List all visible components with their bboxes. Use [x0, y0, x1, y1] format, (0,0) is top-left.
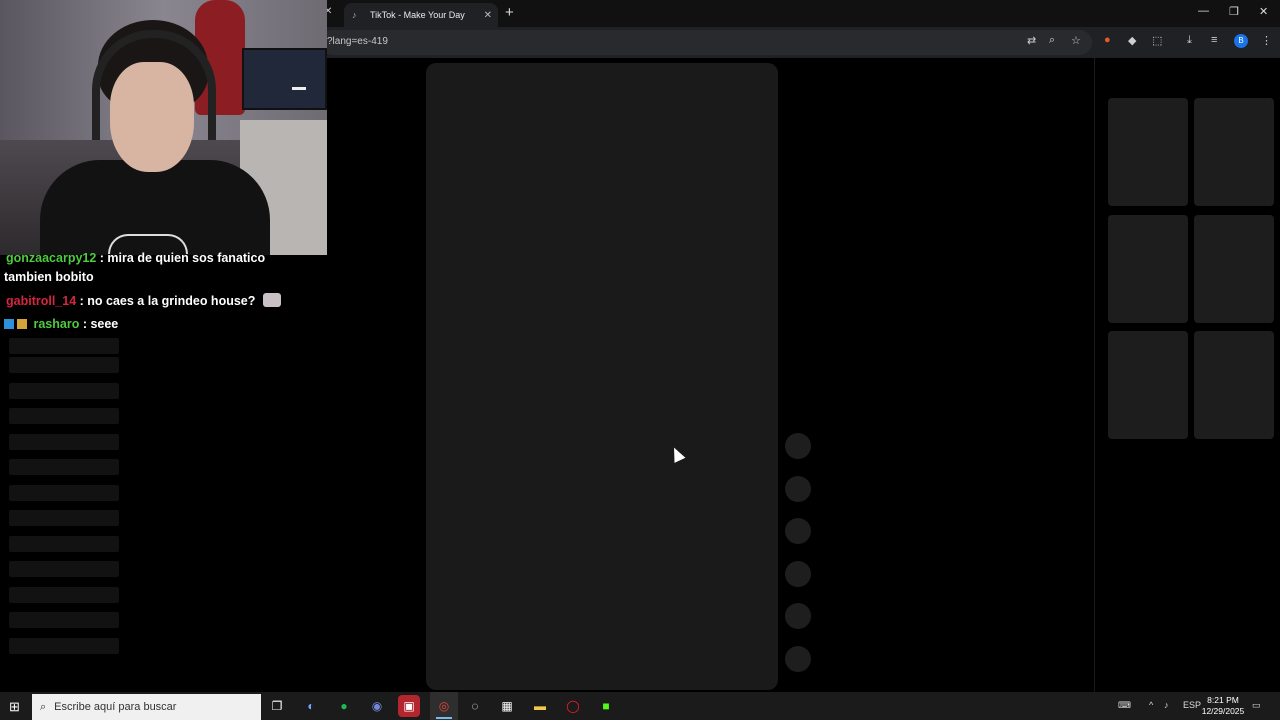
obs-icon[interactable]: ◌	[464, 695, 486, 717]
notifications-icon[interactable]: ▭	[1252, 700, 1261, 711]
chat-placeholder-row	[9, 338, 119, 354]
new-tab-button[interactable]: +	[505, 4, 514, 21]
discord-icon[interactable]: ◉	[366, 695, 388, 717]
video-placeholder[interactable]	[426, 63, 778, 690]
chat-placeholder-row	[9, 408, 119, 424]
keyboard-icon[interactable]: ⌨	[1118, 700, 1131, 711]
clock-time: 8:21 PM	[1207, 695, 1239, 705]
suggested-thumbnail[interactable]	[1108, 331, 1188, 439]
chat-username: gabitroll_14	[6, 294, 77, 308]
tray-expand-icon[interactable]: ^	[1149, 700, 1153, 710]
webcam-monitor	[242, 48, 327, 110]
chat-placeholder-row	[9, 561, 119, 577]
profile-avatar[interactable]: B	[1234, 34, 1248, 48]
copilot-icon[interactable]: ◐	[300, 695, 322, 717]
translate-icon[interactable]: ⇄	[1027, 34, 1036, 47]
taskbar-clock[interactable]: 8:21 PM 12/29/2025	[1198, 695, 1248, 717]
chat-placeholder-row	[9, 612, 119, 628]
suggested-thumbnail[interactable]	[1108, 215, 1188, 323]
chat-placeholder-row	[9, 485, 119, 501]
chrome-icon[interactable]: ◎	[433, 695, 455, 717]
search-placeholder: Escribe aquí para buscar	[54, 701, 177, 713]
suggested-thumbnail[interactable]	[1194, 215, 1274, 323]
tiktok-favicon-icon: ♪	[352, 10, 357, 20]
minimize-button[interactable]: —	[1198, 5, 1209, 17]
emote-icon	[262, 293, 281, 307]
tab-title: TikTok - Make Your Day	[370, 10, 465, 20]
chat-placeholder-row	[9, 510, 119, 526]
kick-icon[interactable]: ■	[595, 695, 617, 717]
download-icon[interactable]: ⤓	[1187, 34, 1192, 47]
webcam-overlay	[0, 0, 327, 255]
spotify-icon[interactable]: ●	[333, 695, 355, 717]
chat-placeholder-row	[9, 459, 119, 475]
taskbar-search-box[interactable]: ⌕ Escribe aquí para buscar	[32, 694, 261, 720]
chat-placeholder-row	[9, 357, 119, 373]
chat-placeholder-row	[9, 383, 119, 399]
chat-message: rasharo : seee	[4, 317, 118, 331]
suggested-thumbnail[interactable]	[1194, 331, 1274, 439]
headphones-icon	[92, 30, 216, 140]
action-placeholder-comment[interactable]	[785, 518, 811, 544]
file-explorer-icon[interactable]: ▬	[529, 695, 551, 717]
search-icon: ⌕	[40, 700, 47, 713]
windows-start-icon[interactable]: ⊞	[9, 699, 20, 715]
chat-placeholder-row	[9, 434, 119, 450]
chat-placeholder-row	[9, 587, 119, 603]
active-indicator	[436, 717, 452, 719]
chat-message: gabitroll_14 : no caes a la grindeo hous…	[4, 293, 281, 308]
extension-icon[interactable]: ●	[1104, 34, 1111, 46]
chat-text: : no caes a la grindeo house?	[76, 294, 256, 308]
webcam-monitor-light	[292, 87, 306, 90]
action-placeholder-music[interactable]	[785, 646, 811, 672]
action-placeholder-avatar[interactable]	[785, 433, 811, 459]
address-bar[interactable]: ?lang=es-419	[320, 30, 1092, 55]
capcut-icon[interactable]: ▦	[496, 695, 518, 717]
tab-tiktok[interactable]: ♪ TikTok - Make Your Day ✕	[344, 3, 498, 27]
menu-kebab-icon[interactable]: ⋮	[1261, 34, 1272, 47]
zoom-icon[interactable]: ⌕	[1049, 34, 1055, 47]
extensions-puzzle-icon[interactable]: ⬚	[1152, 34, 1162, 47]
clock-date: 12/29/2025	[1201, 706, 1245, 716]
sidebar-divider	[1094, 58, 1095, 692]
opera-icon[interactable]: ◯	[562, 695, 584, 717]
screen: ✕ ♪ TikTok - Make Your Day ✕ + — ❐ ✕ ?la…	[0, 0, 1280, 720]
action-placeholder-save[interactable]	[785, 561, 811, 587]
windows-taskbar: ⊞ ⌕ Escribe aquí para buscar ❐ ◐ ● ◉ ▣	[0, 692, 1280, 720]
chat-placeholder-row	[9, 536, 119, 552]
chat-username: gonzaacarpy12	[6, 251, 97, 265]
badge-icon	[4, 319, 14, 329]
badge-icon	[17, 319, 27, 329]
extension-2-icon[interactable]: ◆	[1128, 34, 1136, 47]
chat-text: : seee	[79, 317, 119, 331]
restore-button[interactable]: ❐	[1229, 5, 1239, 18]
voicemod-icon[interactable]: ▣	[398, 695, 420, 717]
volume-icon[interactable]: ♪	[1164, 700, 1169, 710]
action-placeholder-share[interactable]	[785, 603, 811, 629]
chat-message-continuation: tambien bobito	[4, 270, 94, 284]
chat-message: gonzaacarpy12 : mira de quien sos fanati…	[4, 251, 265, 265]
action-placeholder-like[interactable]	[785, 476, 811, 502]
url-text[interactable]: ?lang=es-419	[327, 36, 388, 47]
chat-placeholder-row	[9, 638, 119, 654]
task-view-icon[interactable]: ❐	[266, 695, 288, 717]
window-close-button[interactable]: ✕	[1259, 5, 1268, 18]
media-control-icon[interactable]: ≡	[1211, 34, 1217, 46]
bookmark-star-icon[interactable]: ☆	[1071, 34, 1081, 47]
tab-close-icon[interactable]: ✕	[484, 10, 492, 21]
suggested-thumbnail[interactable]	[1108, 98, 1188, 206]
chat-username: rasharo	[33, 317, 80, 331]
suggested-thumbnail[interactable]	[1194, 98, 1274, 206]
chat-text: : mira de quien sos fanatico	[96, 251, 266, 265]
